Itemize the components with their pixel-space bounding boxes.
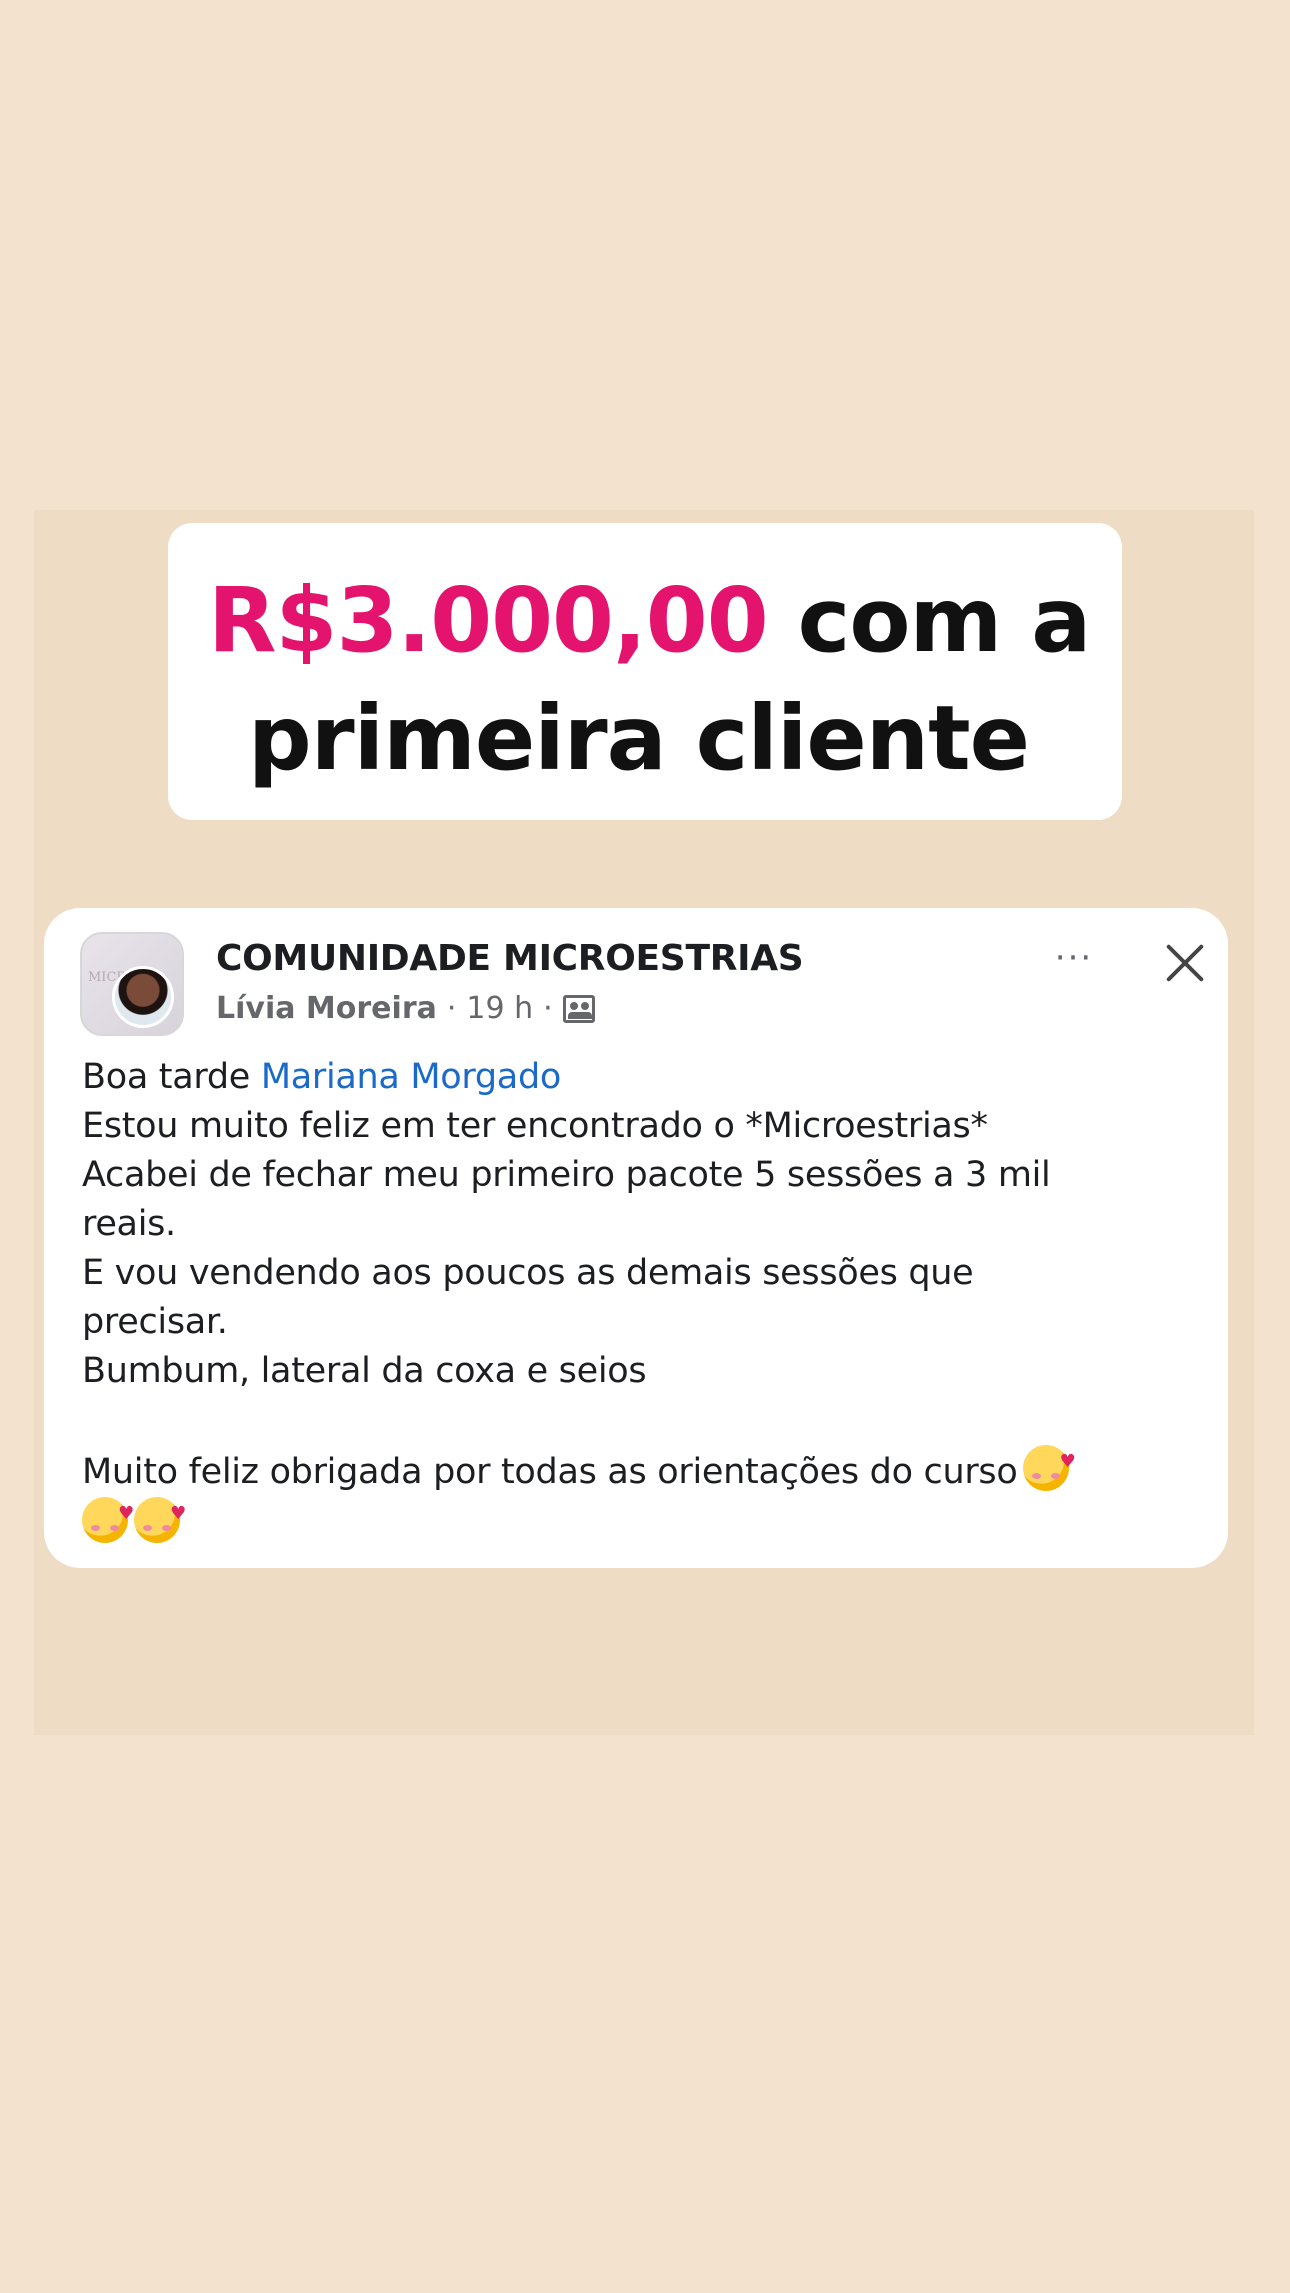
smiling-face-with-hearts-emoji xyxy=(82,1489,134,1543)
greeting: Boa tarde xyxy=(82,1057,261,1097)
headline-line-2: primeira cliente xyxy=(248,686,1030,790)
post-greeting-line: Boa tarde Mariana Morgado xyxy=(82,1053,1212,1102)
headline-card: R$3.000,00 com a primeira cliente xyxy=(168,523,1122,820)
post-closing-line: Muito feliz obrigada por todas as orient… xyxy=(82,1437,1212,1497)
group-name[interactable]: COMUNIDADE MICROESTRIAS xyxy=(216,938,804,979)
post-line: precisar. xyxy=(82,1302,228,1342)
post-line: reais. xyxy=(82,1204,176,1244)
headline-rest: com a xyxy=(767,568,1092,672)
post-line: Acabei de fechar meu primeiro pacote 5 s… xyxy=(82,1155,1051,1195)
post-time[interactable]: 19 h xyxy=(466,991,533,1026)
closing-text: Muito feliz obrigada por todas as orient… xyxy=(82,1452,1018,1492)
group-icon xyxy=(562,994,595,1023)
group-avatar[interactable]: MICRO xyxy=(80,932,184,1036)
post-line: Bumbum, lateral da coxa e seios xyxy=(82,1351,647,1391)
post-line: Estou muito feliz em ter encontrado o *M… xyxy=(82,1106,988,1146)
post-meta: Lívia Moreira · 19 h · xyxy=(216,991,595,1026)
close-icon[interactable] xyxy=(1162,940,1208,986)
author-avatar xyxy=(112,966,174,1028)
meta-separator-2: · xyxy=(543,991,553,1026)
author-name[interactable]: Lívia Moreira xyxy=(216,991,437,1026)
post-line: E vou vendendo aos poucos as demais sess… xyxy=(82,1253,974,1293)
emoji-line xyxy=(82,1489,1212,1549)
headline-price: R$3.000,00 xyxy=(208,568,769,672)
smiling-face-with-hearts-emoji xyxy=(134,1489,186,1543)
meta-separator: · xyxy=(446,991,457,1026)
smiling-face-with-hearts-emoji xyxy=(1023,1437,1075,1491)
mention-link[interactable]: Mariana Morgado xyxy=(261,1057,561,1097)
post-body: Boa tarde Mariana Morgado Estou muito fe… xyxy=(82,1053,1212,1549)
headline-line-1: R$3.000,00 com a xyxy=(208,561,1102,679)
facebook-post-card: MICRO COMUNIDADE MICROESTRIAS Lívia More… xyxy=(44,908,1228,1568)
more-icon[interactable]: ··· xyxy=(1044,938,1104,978)
